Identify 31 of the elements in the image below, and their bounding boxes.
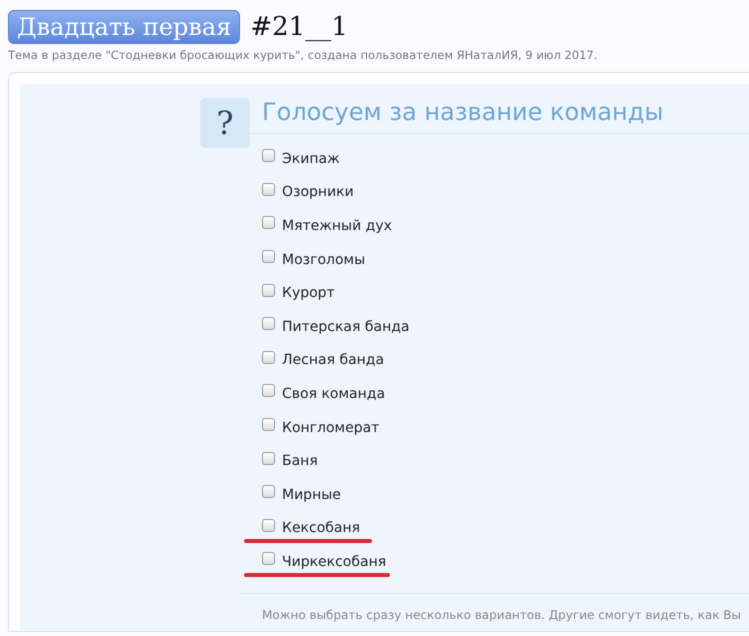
checkbox[interactable] xyxy=(262,452,275,465)
option-label[interactable]: Мятежный дух xyxy=(282,218,392,234)
checkbox[interactable] xyxy=(262,518,275,532)
question-icon: ? xyxy=(200,98,250,148)
option-label[interactable]: Своя команда xyxy=(282,386,386,402)
option-label[interactable]: Мозголомы xyxy=(282,252,366,268)
option-label[interactable]: Конгломерат xyxy=(282,420,380,436)
option-label[interactable]: Питерская банда xyxy=(282,318,410,335)
option-label[interactable]: Лесная банда xyxy=(282,352,384,368)
checkbox[interactable] xyxy=(262,284,275,297)
checkbox[interactable] xyxy=(262,552,275,566)
option-label[interactable]: Мирные xyxy=(282,486,341,503)
checkbox[interactable] xyxy=(262,384,275,398)
thread-meta-text: Тема в разделе "Стодневки бросающих курить", создана пользователем ЯНаталИЯ, 9 июл 2017. xyxy=(8,48,598,62)
option-label[interactable]: Чиркексобаня xyxy=(282,554,386,570)
option-label[interactable]: Экипаж xyxy=(282,150,340,167)
checkbox[interactable] xyxy=(262,418,275,432)
checkbox[interactable] xyxy=(262,350,275,364)
option-label[interactable]: Курорт xyxy=(282,285,335,302)
poll-note: Можно выбрать сразу несколько вариантов. Другие смогут видеть, как Вы xyxy=(240,592,749,622)
checkbox[interactable] xyxy=(262,182,275,196)
option-label[interactable]: Озорники xyxy=(282,184,354,200)
checkbox[interactable] xyxy=(262,216,275,230)
thread-title: #21__1 xyxy=(250,12,348,42)
checkbox[interactable] xyxy=(262,149,275,162)
option-label[interactable]: Баня xyxy=(282,453,318,470)
checkbox[interactable] xyxy=(262,317,275,330)
checkbox[interactable] xyxy=(262,485,275,498)
checkbox[interactable] xyxy=(262,250,275,264)
poll-question: Голосуем за название команды xyxy=(240,98,749,134)
option-label[interactable]: Кексобаня xyxy=(282,520,360,536)
